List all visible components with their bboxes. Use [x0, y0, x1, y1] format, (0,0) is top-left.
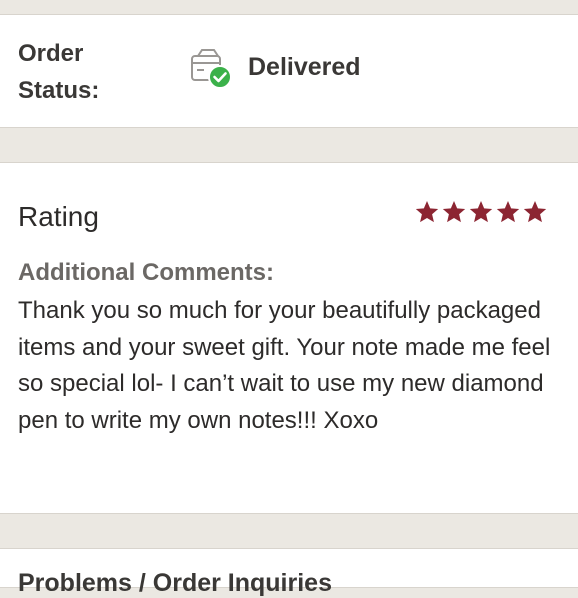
order-status-label: Order Status: — [18, 40, 100, 104]
package-delivered-icon — [189, 47, 235, 91]
order-inquiries-title[interactable]: Problems / Order Inquiries — [18, 569, 332, 598]
order-status-card: Order Status: Delivered — [0, 14, 578, 128]
star-icon — [468, 199, 494, 225]
rating-label: Rating — [18, 201, 99, 232]
star-rating — [414, 199, 548, 225]
star-icon — [522, 199, 548, 225]
star-icon — [414, 199, 440, 225]
star-icon — [441, 199, 467, 225]
order-inquiries-card[interactable]: Problems / Order Inquiries — [0, 548, 578, 597]
star-icon — [495, 199, 521, 225]
additional-comments-text: Thank you so much for your beautifully p… — [18, 297, 551, 434]
additional-comments-heading: Additional Comments: — [18, 259, 274, 286]
order-status-value: Delivered — [248, 53, 361, 81]
rating-card: Rating Additional Comments: Thank you so… — [0, 162, 578, 514]
